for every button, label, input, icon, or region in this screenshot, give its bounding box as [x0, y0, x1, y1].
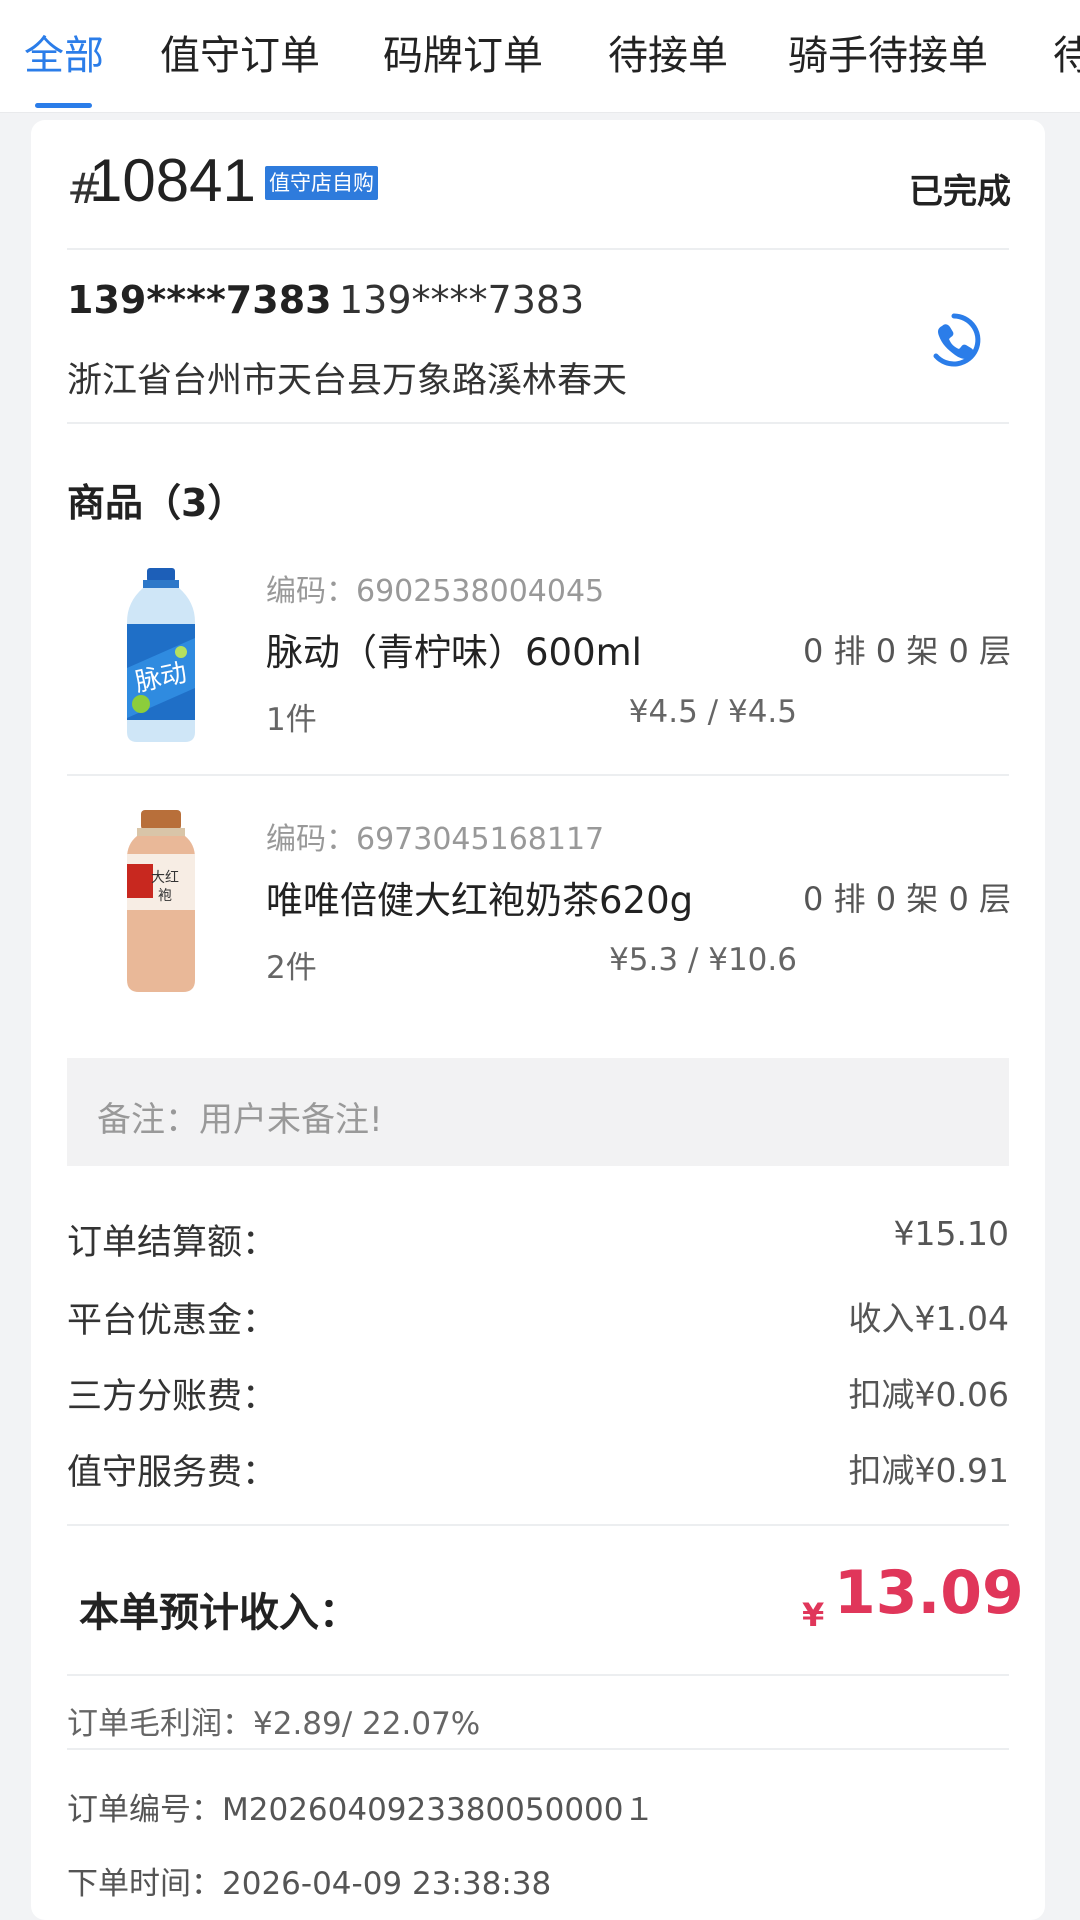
fee-label: 订单结算额：: [67, 1223, 278, 1263]
tab-more[interactable]: 待: [1053, 28, 1080, 84]
product-quantity: 2件: [266, 950, 317, 986]
fee-value: 收入¥1.04: [848, 1299, 1009, 1338]
product-code: 编码：6973045168117: [266, 822, 605, 857]
divider: [67, 1524, 1009, 1526]
divider: [67, 1748, 1009, 1750]
product-price: ¥4.5 / ¥4.5: [628, 694, 797, 730]
order-tab-bar: 全部 值守订单 码牌订单 待接单 骑手待接单 待: [0, 0, 1080, 113]
fee-value: 扣减¥0.06: [848, 1375, 1009, 1414]
order-status: 已完成: [909, 172, 1011, 212]
svg-text:袍: 袍: [158, 888, 172, 904]
divider: [67, 774, 1009, 776]
product-code: 编码：6902538004045: [266, 574, 605, 609]
phone-icon[interactable]: [924, 310, 984, 370]
gross-profit: 订单毛利润：¥2.89/ 22.07%: [67, 1706, 481, 1742]
order-type-badge: 值守店自购: [265, 166, 378, 200]
order-number: 10841: [89, 147, 256, 214]
fee-label: 值守服务费：: [67, 1453, 278, 1493]
customer-address: 浙江省台州市天台县万象路溪林春天: [67, 361, 628, 401]
expected-income-value: 13.09: [834, 1558, 1024, 1628]
active-tab-indicator: [35, 103, 92, 108]
tab-all[interactable]: 全部: [24, 28, 104, 84]
expected-income-currency: ¥: [802, 1596, 825, 1634]
product-quantity: 1件: [266, 702, 317, 738]
customer-phone: 139****7383: [339, 278, 585, 322]
order-time: 下单时间：2026-04-09 23:38:38: [67, 1866, 552, 1902]
goods-section-title: 商品（3）: [67, 481, 246, 525]
product-price: ¥5.3 / ¥10.6: [609, 942, 797, 978]
product-image-maidong: 脉动: [127, 568, 195, 742]
product-location: 0 排 0 架 0 层: [803, 632, 1011, 670]
fee-value: 扣减¥0.91: [848, 1451, 1009, 1490]
divider: [67, 1674, 1009, 1676]
product-name: 唯唯倍健大红袍奶茶620g: [266, 879, 694, 922]
tab-qr-orders[interactable]: 码牌订单: [383, 28, 543, 84]
tab-rider-pending[interactable]: 骑手待接单: [788, 28, 988, 84]
tab-attended-orders[interactable]: 值守订单: [160, 28, 320, 84]
divider: [67, 422, 1009, 424]
tab-pending[interactable]: 待接单: [608, 28, 728, 84]
order-card: # 10841 值守店自购 已完成 139****7383 139****738…: [31, 120, 1045, 1920]
remark-box: 备注：用户未备注!: [67, 1058, 1009, 1166]
order-serial: 订单编号：M2026040923380050000１: [67, 1792, 655, 1828]
remark-text: 备注：用户未备注!: [97, 1100, 383, 1140]
fee-label: 三方分账费：: [67, 1377, 278, 1417]
product-location: 0 排 0 架 0 层: [803, 880, 1011, 918]
customer-name: 139****7383: [67, 278, 332, 322]
product-name: 脉动（青柠味）600ml: [266, 631, 642, 674]
fee-value: ¥15.10: [893, 1214, 1009, 1253]
svg-text:大红: 大红: [151, 870, 179, 886]
expected-income-label: 本单预计收入：: [79, 1590, 359, 1636]
fee-label: 平台优惠金：: [67, 1301, 278, 1341]
divider: [67, 248, 1009, 250]
product-image-milk-tea: 大红 袍: [127, 810, 195, 992]
